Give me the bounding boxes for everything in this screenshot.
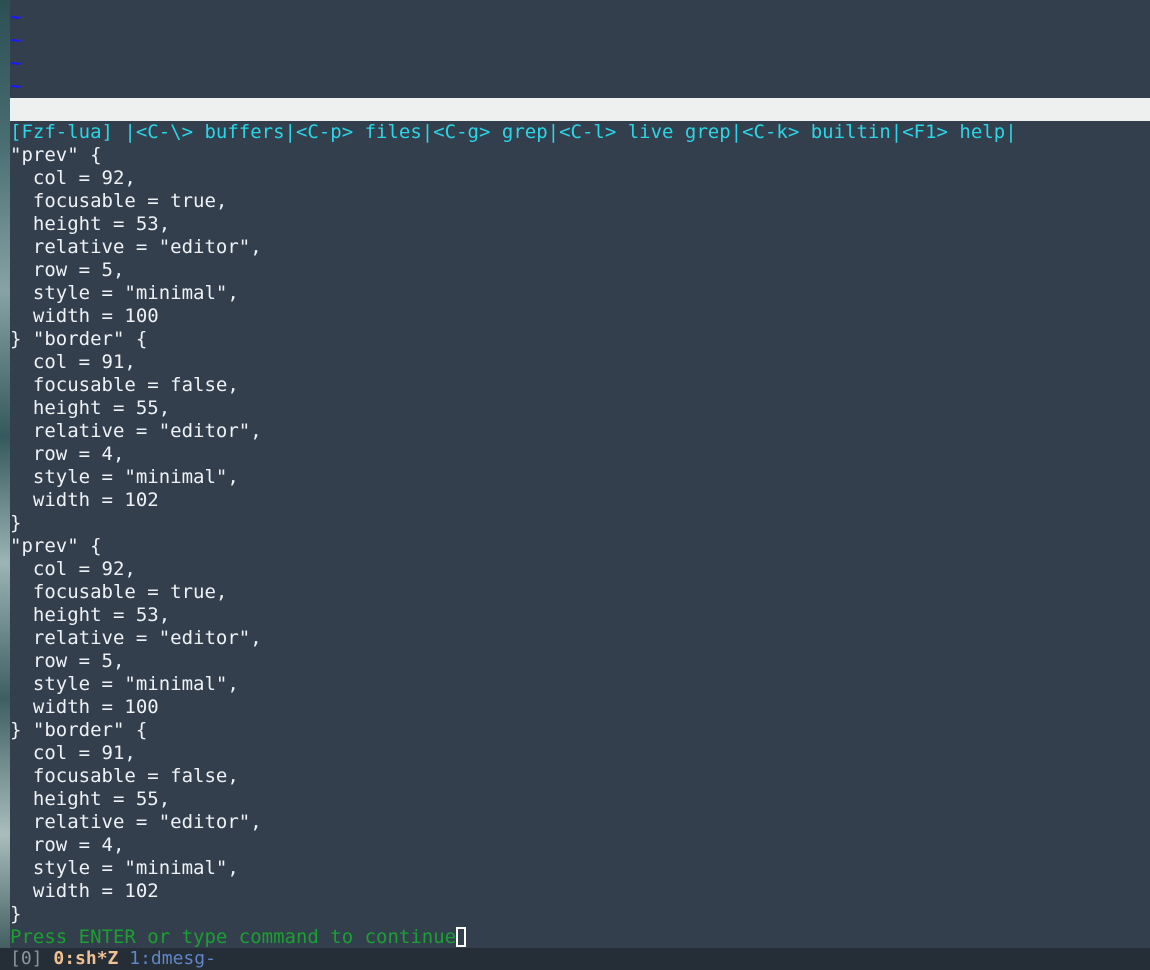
output-line: "prev" { <box>10 535 102 557</box>
output-line: col = 92, <box>10 167 136 189</box>
output-line: relative = "editor", <box>10 420 262 442</box>
desktop-wallpaper-strip <box>0 0 10 970</box>
output-line: row = 5, <box>10 259 125 281</box>
fzf-keymap-header: [Fzf-lua] |<C-\> buffers|<C-p> files|<C-… <box>10 121 1017 143</box>
output-line: style = "minimal", <box>10 466 239 488</box>
terminal-window[interactable]: ~ ~ ~ ~ [Fzf-lua] |<C-\> buffers|<C-p> f… <box>10 0 1150 948</box>
output-line: width = 102 <box>10 489 159 511</box>
screen: ~ ~ ~ ~ [Fzf-lua] |<C-\> buffers|<C-p> f… <box>0 0 1150 970</box>
output-line: relative = "editor", <box>10 627 262 649</box>
output-line: width = 100 <box>10 696 159 718</box>
press-enter-prompt: Press ENTER or type command to continue <box>10 926 457 948</box>
output-line: relative = "editor", <box>10 811 262 833</box>
output-line: } "border" { <box>10 719 148 741</box>
tmux-window-inactive[interactable]: 1:dmesg- <box>129 948 216 969</box>
output-line: focusable = true, <box>10 581 228 603</box>
tmux-window-active[interactable]: 0:sh*Z <box>53 948 118 969</box>
empty-buffer-tilde: ~ <box>10 52 22 74</box>
output-line: height = 55, <box>10 788 171 810</box>
output-line: style = "minimal", <box>10 282 239 304</box>
output-line: col = 91, <box>10 351 136 373</box>
output-line: height = 53, <box>10 213 171 235</box>
tmux-status-bar: [0] 0:sh*Z 1:dmesg- <box>0 948 1150 970</box>
output-line: "prev" { <box>10 144 102 166</box>
output-line: row = 5, <box>10 650 125 672</box>
output-line: } <box>10 903 22 925</box>
output-line: col = 91, <box>10 742 136 764</box>
output-line: style = "minimal", <box>10 673 239 695</box>
tmux-session-name: [0] <box>10 948 43 969</box>
output-line: } "border" { <box>10 328 148 350</box>
output-line: style = "minimal", <box>10 857 239 879</box>
output-line: width = 100 <box>10 305 159 327</box>
output-line: focusable = true, <box>10 190 228 212</box>
press-enter-line[interactable]: Press ENTER or type command to continue <box>10 926 467 949</box>
empty-buffer-tilde: ~ <box>10 6 22 28</box>
output-line: height = 55, <box>10 397 171 419</box>
output-line: row = 4, <box>10 834 125 856</box>
output-line: } <box>10 512 22 534</box>
output-line: focusable = false, <box>10 765 239 787</box>
window-statusline <box>10 98 1150 121</box>
empty-buffer-tilde: ~ <box>10 75 22 97</box>
output-line: col = 92, <box>10 558 136 580</box>
output-line: row = 4, <box>10 443 125 465</box>
output-line: width = 102 <box>10 880 159 902</box>
text-cursor <box>456 927 467 947</box>
output-line: height = 53, <box>10 604 171 626</box>
output-line: relative = "editor", <box>10 236 262 258</box>
empty-buffer-tilde: ~ <box>10 29 22 51</box>
output-line: focusable = false, <box>10 374 239 396</box>
